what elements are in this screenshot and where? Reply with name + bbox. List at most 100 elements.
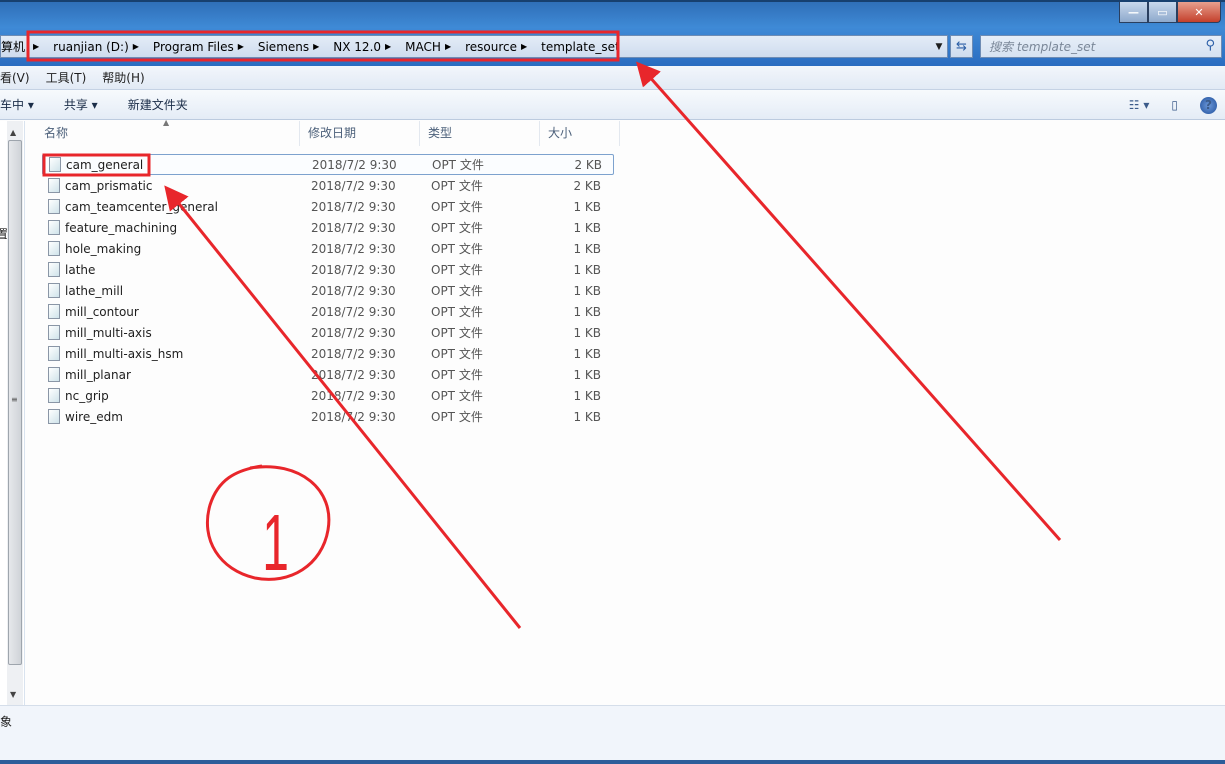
scroll-up-icon[interactable]: ▲ [10,128,16,137]
file-type: OPT 文件 [431,179,483,193]
file-size: 1 KB [573,262,601,277]
file-row[interactable]: nc_grip 2018/7/2 9:30 OPT 文件 1 KB [42,385,614,406]
column-headers: 名称 修改日期 类型 大小 [26,121,1225,146]
file-date: 2018/7/2 9:30 [311,367,396,382]
file-name: mill_multi-axis [65,325,152,340]
file-size: 2 KB [574,157,602,172]
breadcrumb-label: Program Files [152,39,234,54]
column-type[interactable]: 类型 [420,121,540,146]
document-icon [48,220,60,235]
breadcrumb-item[interactable]: NX 12.0 ▶ [333,40,405,54]
file-row[interactable]: cam_general 2018/7/2 9:30 OPT 文件 2 KB [42,154,614,175]
document-icon [48,262,60,277]
file-size: 1 KB [573,220,601,235]
window-border [0,760,1225,764]
file-type: OPT 文件 [431,305,483,319]
file-name: cam_general [66,157,144,172]
document-icon [48,178,60,193]
file-name: lathe_mill [65,283,124,298]
file-row[interactable]: lathe_mill 2018/7/2 9:30 OPT 文件 1 KB [42,280,614,301]
file-row[interactable]: lathe 2018/7/2 9:30 OPT 文件 1 KB [42,259,614,280]
breadcrumb-item[interactable]: MACH ▶ [405,40,465,54]
file-type: OPT 文件 [431,326,483,340]
help-icon[interactable]: ? [1200,96,1217,114]
file-date: 2018/7/2 9:30 [311,262,396,277]
file-row[interactable]: feature_machining 2018/7/2 9:30 OPT 文件 1 KB [42,217,614,238]
breadcrumb-item[interactable]: template_set [541,40,626,54]
close-icon[interactable]: ✕ [1177,2,1221,23]
search-input[interactable]: 搜索 template_set ⚲ [980,35,1222,58]
file-type: OPT 文件 [431,284,483,298]
search-placeholder: 搜索 template_set [989,40,1096,54]
breadcrumb-root[interactable]: 算机 ▶ [1,38,53,55]
file-type: OPT 文件 [431,368,483,382]
menu-bar: 看(V) 工具(T) 帮助(H) [0,66,1225,90]
menu-view[interactable]: 看(V) [0,69,30,86]
file-row[interactable]: cam_teamcenter_general 2018/7/2 9:30 OPT 文… [42,196,614,217]
file-type: OPT 文件 [431,389,483,403]
file-date: 2018/7/2 9:30 [312,157,397,172]
maximize-icon[interactable]: ▭ [1148,2,1177,23]
file-name: lathe [65,262,96,277]
status-text: 象 [0,715,13,729]
breadcrumb-separator-icon[interactable]: ▶ [521,42,527,51]
column-size[interactable]: 大小 [540,121,620,146]
file-size: 1 KB [573,325,601,340]
file-date: 2018/7/2 9:30 [311,178,396,193]
refresh-icon[interactable]: ⇆ [950,35,973,58]
breadcrumb-separator-icon[interactable]: ▶ [385,42,391,51]
new-folder-button[interactable]: 新建文件夹 [128,96,188,113]
breadcrumb-item[interactable]: Siemens ▶ [258,40,333,54]
file-name: wire_edm [65,409,123,424]
file-row[interactable]: mill_multi-axis 2018/7/2 9:30 OPT 文件 1 KB [42,322,614,343]
annotation-number: 1 [262,497,289,587]
file-date: 2018/7/2 9:30 [311,304,396,319]
file-row[interactable]: mill_planar 2018/7/2 9:30 OPT 文件 1 KB [42,364,614,385]
file-type: OPT 文件 [431,200,483,214]
breadcrumb-separator-icon[interactable]: ▶ [313,42,319,51]
preview-pane-icon[interactable]: ▯ [1171,98,1178,112]
include-in-library-button[interactable]: 车中 ▾ [0,96,34,113]
file-type: OPT 文件 [431,347,483,361]
sort-ascending-icon: ▲ [163,118,170,127]
document-icon [48,199,60,214]
file-name: mill_planar [65,367,131,382]
file-row[interactable]: wire_edm 2018/7/2 9:30 OPT 文件 1 KB [42,406,614,427]
address-dropdown-icon[interactable]: ▼ [931,38,947,56]
breadcrumb-label: 算机 [1,40,26,54]
address-bar[interactable]: 算机 ▶ ruanjian (D:) ▶ Program Files ▶ Siemens ▶… [0,35,948,58]
scroll-grip-icon: ≡ [11,395,18,404]
menu-tools[interactable]: 工具(T) [46,69,87,86]
breadcrumb-item[interactable]: ruanjian (D:) ▶ [53,40,153,54]
document-icon [48,241,60,256]
file-size: 1 KB [573,304,601,319]
file-list: cam_general 2018/7/2 9:30 OPT 文件 2 KB cam_pr… [42,154,614,427]
column-date[interactable]: 修改日期 [300,121,420,146]
document-icon [48,388,60,403]
scroll-down-icon[interactable]: ▼ [10,690,16,699]
file-type: OPT 文件 [431,410,483,424]
breadcrumb-item[interactable]: Program Files ▶ [153,40,258,54]
breadcrumb-separator-icon[interactable]: ▶ [238,42,244,51]
menu-help[interactable]: 帮助(H) [102,69,144,86]
file-date: 2018/7/2 9:30 [311,241,396,256]
file-date: 2018/7/2 9:30 [311,346,396,361]
breadcrumb-separator-icon[interactable]: ▶ [445,42,451,51]
file-row[interactable]: hole_making 2018/7/2 9:30 OPT 文件 1 KB [42,238,614,259]
file-name: nc_grip [65,388,109,403]
file-row[interactable]: mill_multi-axis_hsm 2018/7/2 9:30 OPT 文件 1 … [42,343,614,364]
document-icon [48,346,60,361]
file-name: cam_prismatic [65,178,153,193]
search-icon[interactable]: ⚲ [1205,38,1215,53]
breadcrumb-separator-icon[interactable]: ▶ [133,42,139,51]
breadcrumb-item[interactable]: resource ▶ [465,40,541,54]
view-list-icon[interactable]: ☷ ▾ [1129,98,1150,112]
hand-drawn-circle [205,464,331,581]
share-button[interactable]: 共享 ▾ [64,96,98,113]
file-name: feature_machining [65,220,178,235]
toolbar: 车中 ▾ 共享 ▾ 新建文件夹 ☷ ▾ ▯ ? [0,90,1225,120]
file-row[interactable]: cam_prismatic 2018/7/2 9:30 OPT 文件 2 KB [42,175,614,196]
file-type: OPT 文件 [431,263,483,277]
minimize-icon[interactable]: — [1119,2,1148,23]
file-row[interactable]: mill_contour 2018/7/2 9:30 OPT 文件 1 KB [42,301,614,322]
